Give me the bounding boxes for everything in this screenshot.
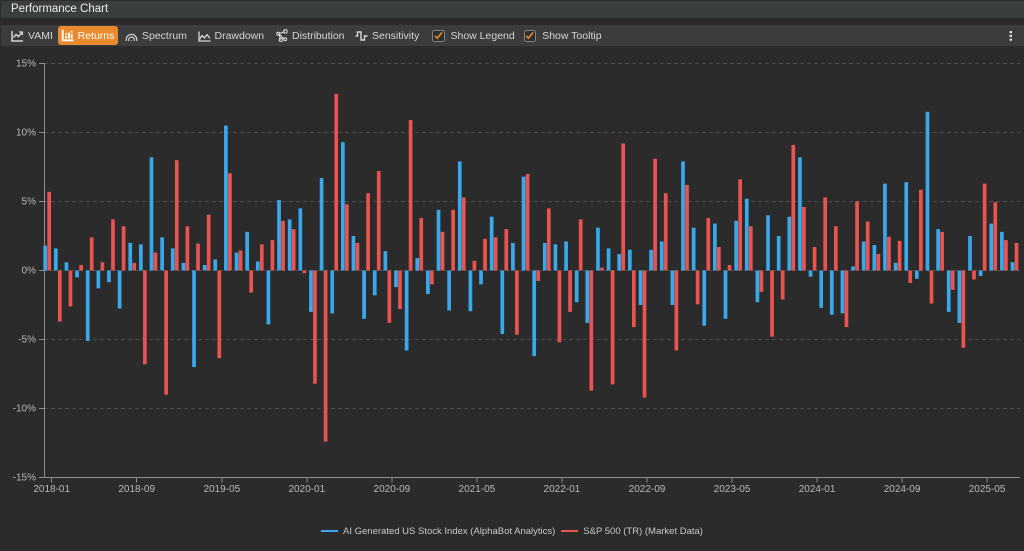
svg-text:2019-05: 2019-05	[203, 484, 240, 495]
svg-text:0%: 0%	[22, 266, 37, 277]
svg-text:-15%: -15%	[13, 473, 36, 484]
svg-text:2024-09: 2024-09	[884, 484, 921, 495]
svg-text:-5%: -5%	[18, 335, 36, 346]
svg-text:2022-01: 2022-01	[544, 484, 581, 495]
svg-text:15%: 15%	[16, 59, 36, 70]
svg-text:10%: 10%	[16, 128, 36, 139]
svg-text:5%: 5%	[22, 197, 37, 208]
svg-text:2025-05: 2025-05	[969, 484, 1006, 495]
svg-text:2018-01: 2018-01	[33, 484, 70, 495]
svg-text:2024-01: 2024-01	[799, 484, 836, 495]
svg-text:2021-05: 2021-05	[459, 484, 496, 495]
svg-text:2023-05: 2023-05	[714, 484, 751, 495]
svg-text:2022-09: 2022-09	[629, 484, 666, 495]
svg-text:2020-01: 2020-01	[288, 484, 325, 495]
svg-text:2018-09: 2018-09	[118, 484, 155, 495]
svg-text:-10%: -10%	[13, 404, 36, 415]
svg-text:2020-09: 2020-09	[374, 484, 411, 495]
